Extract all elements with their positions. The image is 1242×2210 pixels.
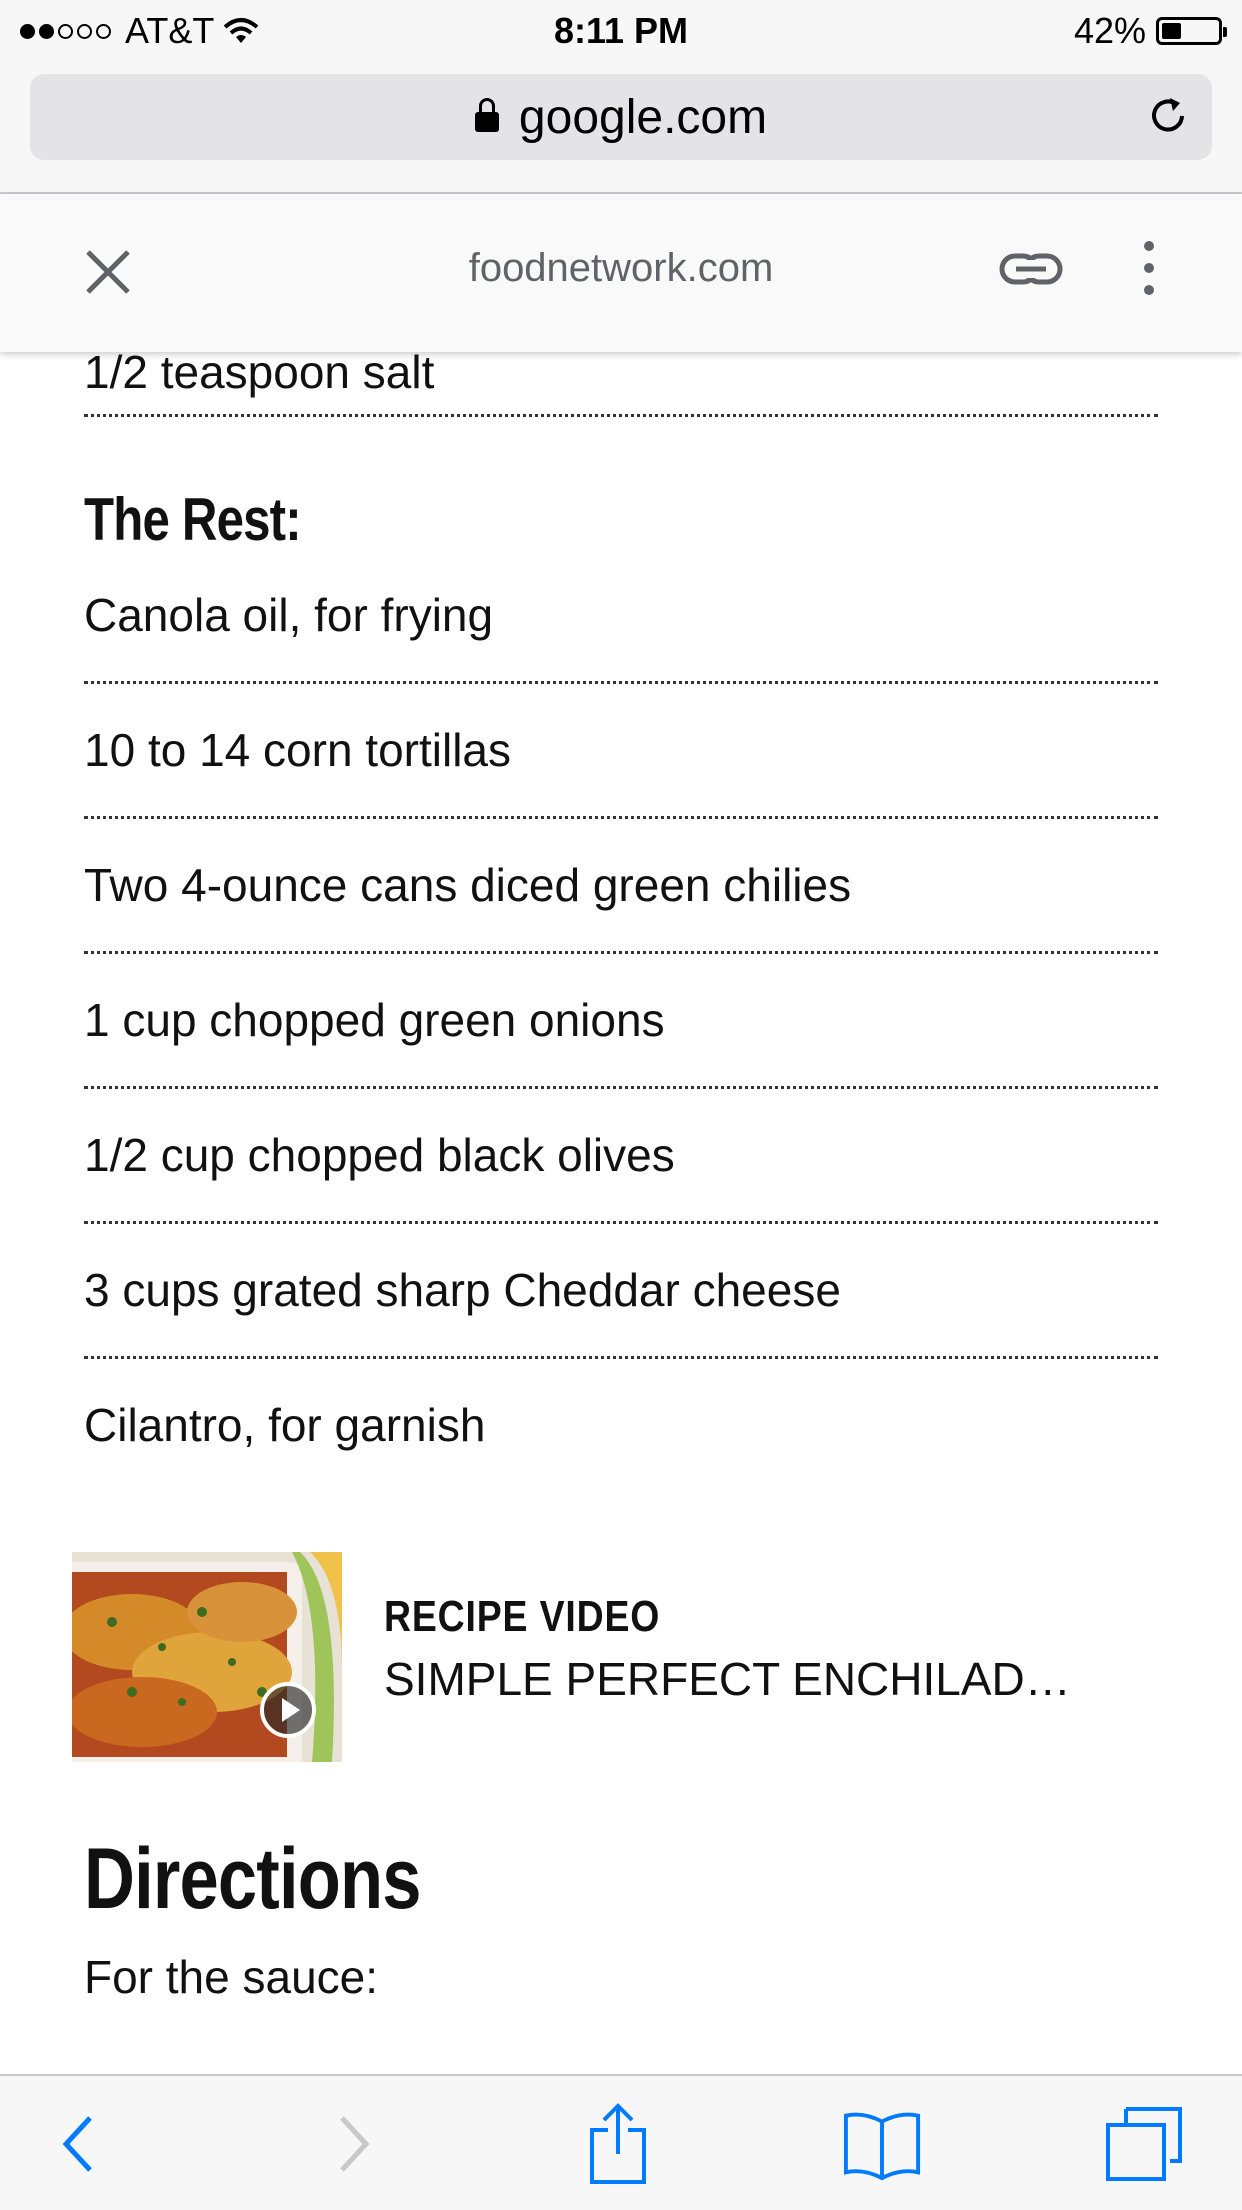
browser-address-area: google.com	[0, 62, 1242, 194]
more-icon[interactable]	[1136, 238, 1162, 298]
share-icon	[590, 2103, 646, 2184]
directions-heading: Directions	[84, 1831, 421, 1927]
lock-icon	[474, 98, 499, 132]
back-icon	[62, 2116, 92, 2172]
ingredient-item: Two 4-ounce cans diced green chilies	[84, 845, 1158, 954]
recipe-video-card[interactable]: RECIPE VIDEO SIMPLE PERFECT ENCHILAD…	[72, 1552, 1172, 1762]
battery-icon	[1156, 17, 1227, 45]
video-text[interactable]: RECIPE VIDEO SIMPLE PERFECT ENCHILAD…	[384, 1592, 1071, 1706]
status-time: 8:11 PM	[553, 10, 689, 51]
video-title[interactable]: SIMPLE PERFECT ENCHILAD…	[384, 1652, 1071, 1706]
address-bar[interactable]: google.com	[30, 74, 1212, 160]
status-bar: AT&T 8:11 PM 42%	[0, 0, 1242, 62]
battery-fill	[1162, 23, 1182, 39]
address-text: google.com	[518, 90, 768, 144]
video-kicker: RECIPE VIDEO	[384, 1592, 661, 1641]
ingredient-item: 10 to 14 corn tortillas	[84, 710, 1158, 819]
bookmarks-icon	[843, 2112, 921, 2181]
amp-viewer-header: foodnetwork.com	[0, 194, 1242, 352]
share-button[interactable]	[578, 2103, 658, 2184]
forward-button[interactable]	[314, 2104, 394, 2184]
safari-toolbar	[0, 2074, 1242, 2210]
video-thumbnail[interactable]	[72, 1552, 342, 1762]
battery-percent: 42%	[1073, 10, 1146, 51]
reload-icon[interactable]	[1146, 94, 1190, 138]
ingredient-item: 3 cups grated sharp Cheddar cheese	[84, 1250, 1158, 1359]
back-button[interactable]	[38, 2104, 118, 2184]
link-icon[interactable]	[998, 248, 1064, 292]
section-title: The Rest:	[84, 486, 302, 553]
play-icon[interactable]	[258, 1680, 318, 1740]
directions-subheading: For the sauce:	[84, 1951, 379, 2003]
tabs-icon	[1106, 2107, 1182, 2181]
ingredient-item: 1 cup chopped green onions	[84, 980, 1158, 1089]
ingredient-item: Cilantro, for garnish	[84, 1399, 486, 1451]
bookmarks-button[interactable]	[842, 2104, 922, 2184]
forward-icon	[340, 2116, 370, 2172]
ingredient-item: 1/2 cup chopped black olives	[84, 1115, 1158, 1224]
tabs-button[interactable]	[1104, 2104, 1184, 2184]
ingredient-item: Canola oil, for frying	[84, 575, 1158, 684]
status-right: 42%	[1073, 10, 1227, 52]
